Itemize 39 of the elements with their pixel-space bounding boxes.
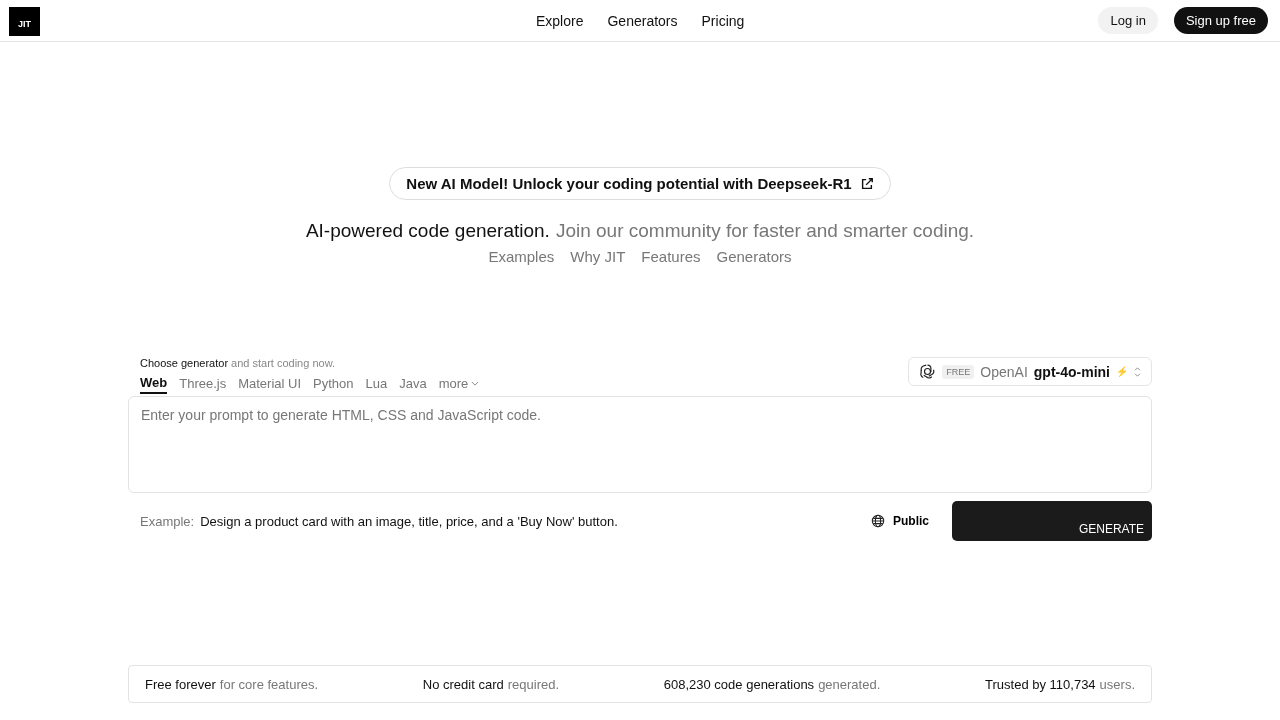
section-link[interactable]: Why JIT bbox=[570, 248, 626, 265]
logo[interactable]: JIT bbox=[9, 7, 40, 36]
external-link-icon bbox=[859, 176, 874, 191]
generator-tab[interactable]: Java bbox=[399, 375, 427, 394]
prompt-input[interactable]: Enter your prompt to generate HTML, CSS and JavaScript code. bbox=[128, 396, 1152, 493]
nav-link[interactable]: Pricing bbox=[701, 12, 745, 29]
chooser-label: Choose generator bbox=[140, 357, 229, 369]
chevron-down-icon bbox=[471, 381, 480, 386]
generate-button[interactable]: GENERATE bbox=[952, 501, 1152, 541]
feature-text: required. bbox=[507, 676, 560, 692]
tagline-lead: AI-powered code generation. bbox=[305, 220, 550, 242]
up-down-chevron-icon bbox=[1134, 366, 1141, 377]
generator-tab[interactable]: Web bbox=[140, 375, 168, 394]
generator-tab[interactable]: Three.js bbox=[179, 375, 227, 394]
more-dropdown[interactable]: more bbox=[438, 375, 480, 394]
section-link[interactable]: Examples bbox=[488, 248, 555, 265]
nav-link[interactable]: Generators bbox=[607, 12, 678, 29]
feature-highlight: Trusted by 110,734 bbox=[985, 676, 1096, 692]
login-button[interactable]: Log in bbox=[1098, 7, 1158, 34]
feature-text: users. bbox=[1099, 676, 1135, 692]
section-link[interactable]: Features bbox=[641, 248, 701, 265]
section-link[interactable]: Generators bbox=[716, 248, 792, 265]
globe-icon bbox=[871, 514, 885, 528]
example-label: Example: bbox=[140, 513, 195, 529]
tagline-text: Join our community for faster and smarter coding. bbox=[555, 220, 975, 242]
feature-text: for core features. bbox=[219, 676, 319, 692]
chooser-hint: and start coding now. bbox=[231, 357, 336, 369]
generator-tab[interactable]: Python bbox=[313, 375, 354, 394]
visibility-toggle[interactable]: Public bbox=[865, 513, 935, 529]
feature-highlight: No credit card bbox=[422, 676, 504, 692]
example-prompt[interactable]: Design a product card with an image, title, price, and a 'Buy Now' button. bbox=[200, 513, 618, 529]
feature-highlight: 608,230 code generations bbox=[663, 676, 815, 692]
model-selector[interactable]: FREE OpenAI gpt-4o-mini ⚡ bbox=[908, 357, 1152, 386]
signup-button[interactable]: Sign up free bbox=[1173, 7, 1268, 34]
nav-link[interactable]: Explore bbox=[536, 12, 584, 29]
generator-tab[interactable]: Material UI bbox=[238, 375, 302, 394]
feature-text: generated. bbox=[818, 676, 881, 692]
generator-tab[interactable]: Lua bbox=[365, 375, 388, 394]
feature-highlight: Free forever bbox=[145, 676, 216, 692]
